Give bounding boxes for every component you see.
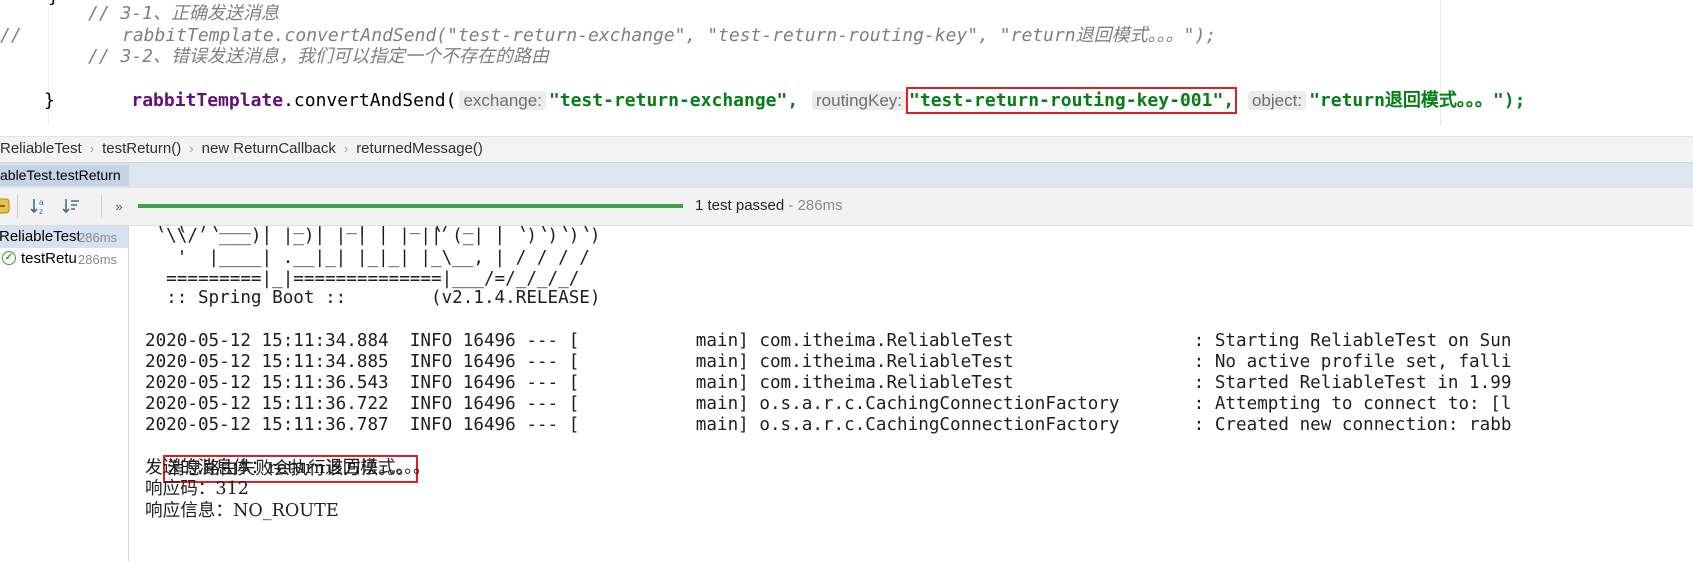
breadcrumb: ReliableTest › testReturn() › new ReturnCall… — [0, 136, 1693, 161]
log-line: 2020-05-12 15:11:34.884 INFO 16496 --- [… — [145, 331, 1512, 351]
test-status: 1 test passed - 286ms — [695, 197, 843, 214]
test-passed-icon: ✓ — [2, 251, 16, 265]
arg-object: "return退回模式。。。"); — [1309, 90, 1526, 111]
test-status-duration: - 286ms — [784, 197, 843, 214]
code-editor[interactable]: } // 3-1、正确发送消息 // rabbitTemplate.conver… — [0, 0, 1693, 126]
field-rabbit-template: rabbitTemplate — [131, 90, 284, 111]
rerun-icon[interactable] — [0, 195, 12, 217]
run-tab-strip: ableTest.testReturn — [0, 162, 1693, 189]
log-line: 2020-05-12 15:11:36.787 INFO 16496 --- [… — [145, 415, 1512, 435]
code-line-comment-marker: // — [0, 25, 22, 46]
code-line-commented-send: rabbitTemplate.convertAndSend("test-retu… — [122, 25, 1217, 46]
param-hint-object: object: — [1247, 91, 1307, 110]
sent-message-body: 发送的消息体：return退回模式。。。 — [145, 458, 431, 478]
test-toolbar: az » 1 test passed - 286ms — [0, 188, 1693, 226]
reply-text: 响应信息：NO_ROUTE — [145, 501, 339, 521]
run-tab-reliable-test[interactable]: ableTest.testReturn — [0, 165, 129, 186]
tree-item-time: 286ms — [78, 230, 118, 245]
code-line-closing-brace: } — [44, 90, 55, 111]
test-progress-fill — [138, 204, 683, 208]
tree-item-time: 286ms — [78, 252, 118, 267]
breadcrumb-item-class[interactable]: ReliableTest — [0, 137, 82, 161]
code-line-comment-wrong: // 3-2、错误发送消息，我们可以指定一个不存在的路由 — [88, 46, 550, 67]
chevron-right-icon: › — [189, 141, 194, 156]
banner-line: \\/ ___)| |_)| | | | | || (_| | ) ) ) ) — [145, 226, 601, 246]
banner-line: ' |____| .__|_| |_|_| |_\__, | / / / / — [145, 248, 590, 268]
method-convert-and-send: .convertAndSend( — [283, 90, 457, 111]
breadcrumb-item-callback[interactable]: new ReturnCallback — [202, 137, 336, 161]
log-line: 2020-05-12 15:11:34.885 INFO 16496 --- [… — [145, 352, 1512, 372]
svg-text:a: a — [39, 198, 44, 207]
tree-item-label: ReliableTest — [0, 228, 79, 245]
tree-item-reliable-test[interactable]: ReliableTest 286ms — [0, 226, 128, 248]
toolbar-divider — [101, 195, 102, 217]
code-line-send-call: rabbitTemplate.convertAndSend(exchange: "… — [88, 68, 1525, 126]
test-tree: ReliableTest 286ms ✓ testReturn 286ms — [0, 226, 129, 561]
arg-routing-key-highlighted: "test-return-routing-key-001", — [906, 87, 1238, 114]
sort-by-duration-icon[interactable] — [60, 195, 82, 217]
chevron-right-icon: › — [343, 141, 349, 156]
svg-text:z: z — [39, 207, 43, 216]
chevron-right-icon: › — [89, 141, 95, 156]
tree-item-test-return[interactable]: ✓ testReturn 286ms — [0, 248, 128, 270]
arg-exchange: "test-return-exchange", — [548, 90, 799, 111]
breadcrumb-item-method[interactable]: testReturn() — [102, 137, 181, 161]
test-progress-bar — [138, 204, 683, 208]
console-output[interactable]: ( ( )\___ | '_ | '_| | '_ \/ _` | \ \ \ … — [129, 226, 1693, 561]
more-actions-icon[interactable]: » — [108, 195, 130, 217]
sort-alphabetically-icon[interactable]: az — [28, 195, 50, 217]
reply-code: 响应码：312 — [145, 479, 249, 499]
banner-line: :: Spring Boot :: (v2.1.4.RELEASE) — [145, 288, 601, 308]
param-hint-routing-key: routingKey: — [812, 91, 907, 110]
param-hint-exchange: exchange: — [459, 91, 546, 110]
code-line-brace-top: } — [48, 0, 59, 8]
toolbar-divider — [17, 194, 18, 218]
breadcrumb-item-returned-message[interactable]: returnedMessage() — [356, 137, 483, 161]
tree-item-label: testReturn — [21, 250, 76, 267]
log-line: 2020-05-12 15:11:36.543 INFO 16496 --- [… — [145, 373, 1512, 393]
test-status-text: 1 test passed — [695, 197, 785, 214]
log-line: 2020-05-12 15:11:36.722 INFO 16496 --- [… — [145, 394, 1512, 414]
code-line-comment-correct: // 3-1、正确发送消息 — [88, 3, 280, 24]
